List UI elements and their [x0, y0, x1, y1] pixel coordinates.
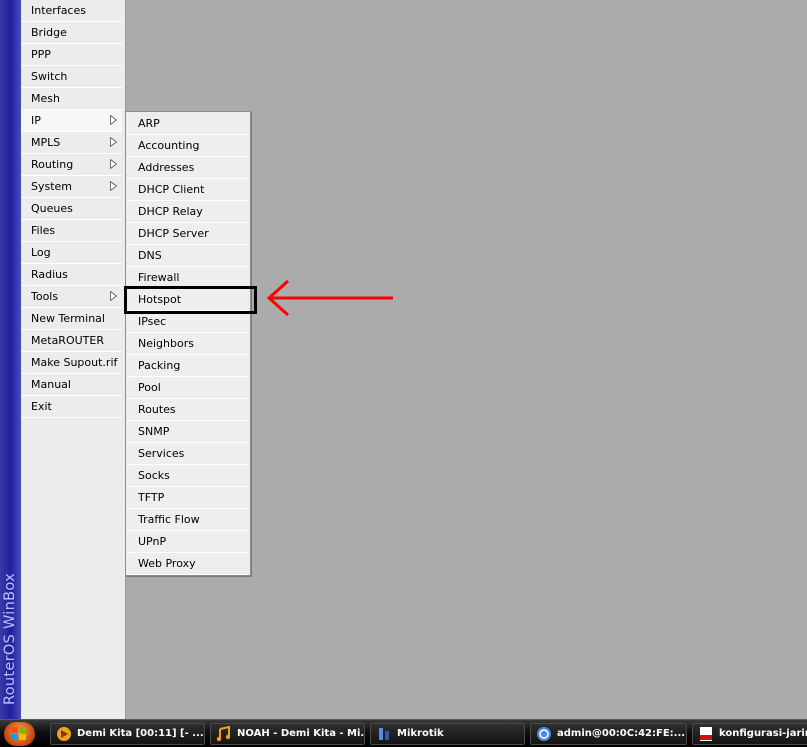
hotspot-highlight-box [124, 286, 257, 314]
sidebar-item-mesh[interactable]: Mesh [21, 88, 122, 110]
sidebar-item-label: Manual [31, 378, 71, 391]
sidebar-item-files[interactable]: Files [21, 220, 122, 242]
sidebar-item-exit[interactable]: Exit [21, 396, 122, 418]
sidebar-item-ip[interactable]: IP [21, 110, 122, 132]
ip-submenu-item-pool[interactable]: Pool [127, 377, 248, 399]
ip-submenu-item-web-proxy[interactable]: Web Proxy [127, 553, 248, 575]
sidebar-item-label: Log [31, 246, 51, 259]
ip-submenu-item-routes[interactable]: Routes [127, 399, 248, 421]
sidebar-item-mpls[interactable]: MPLS [21, 132, 122, 154]
submenu-arrow-icon [110, 115, 117, 125]
sidebar-item-label: Routing [31, 158, 74, 171]
pdf-icon [700, 727, 712, 741]
taskbar-button-label: Mikrotik [397, 728, 444, 739]
sidebar-item-metarouter[interactable]: MetaROUTER [21, 330, 122, 352]
winbox-brand-label: RouterOS WinBox [2, 573, 18, 705]
sidebar-item-interfaces[interactable]: Interfaces [21, 0, 122, 22]
sidebar-item-log[interactable]: Log [21, 242, 122, 264]
ip-submenu-item-accounting[interactable]: Accounting [127, 135, 248, 157]
media-player-icon [57, 727, 71, 741]
sidebar-item-manual[interactable]: Manual [21, 374, 122, 396]
sidebar-item-ppp[interactable]: PPP [21, 44, 122, 66]
mikrotik-icon [379, 728, 389, 740]
ip-submenu-item-socks[interactable]: Socks [127, 465, 248, 487]
taskbar-button-1[interactable]: Demi Kita [00:11] [- ... [50, 723, 205, 745]
ip-submenu-item-tftp[interactable]: TFTP [127, 487, 248, 509]
ip-submenu-item-arp[interactable]: ARP [127, 113, 248, 135]
taskbar-button-label: konfigurasi-jaring [719, 728, 807, 739]
sidebar-item-switch[interactable]: Switch [21, 66, 122, 88]
sidebar-item-label: Bridge [31, 26, 67, 39]
winbox-brand-bar: RouterOS WinBox [0, 0, 21, 719]
taskbar: Demi Kita [00:11] [- ... NOAH - Demi Kita… [0, 719, 807, 747]
submenu-arrow-icon [110, 159, 117, 169]
sidebar-item-label: Exit [31, 400, 52, 413]
start-button[interactable] [4, 722, 35, 746]
ip-submenu-item-traffic-flow[interactable]: Traffic Flow [127, 509, 248, 531]
sidebar-item-label: Tools [31, 290, 59, 303]
ip-submenu-item-addresses[interactable]: Addresses [127, 157, 248, 179]
sidebar-item-label: Mesh [31, 92, 60, 105]
taskbar-button-label: NOAH - Demi Kita - Mi... [237, 728, 365, 739]
taskbar-button-label: admin@00:0C:42:FE:... [557, 728, 686, 739]
sidebar-item-system[interactable]: System [21, 176, 122, 198]
sidebar-item-label: MPLS [31, 136, 61, 149]
sidebar-item-tools[interactable]: Tools [21, 286, 122, 308]
submenu-arrow-icon [110, 137, 117, 147]
sidebar-item-bridge[interactable]: Bridge [21, 22, 122, 44]
sidebar-item-new-terminal[interactable]: New Terminal [21, 308, 122, 330]
ip-submenu-item-snmp[interactable]: SNMP [127, 421, 248, 443]
taskbar-button-4[interactable]: admin@00:0C:42:FE:... [530, 723, 687, 745]
sidebar-item-radius[interactable]: Radius [21, 264, 122, 286]
ip-submenu-item-ipsec[interactable]: IPsec [127, 311, 248, 333]
sidebar-item-label: New Terminal [31, 312, 105, 325]
ip-submenu-item-dhcp-server[interactable]: DHCP Server [127, 223, 248, 245]
sidebar-item-routing[interactable]: Routing [21, 154, 122, 176]
sidebar-item-label: System [31, 180, 73, 193]
sidebar-item-label: Files [31, 224, 56, 237]
sidebar-item-label: Interfaces [31, 4, 86, 17]
ip-submenu-item-upnp[interactable]: UPnP [127, 531, 248, 553]
annotation-arrow-icon [266, 279, 393, 317]
ip-submenu: ARP Accounting Addresses DHCP Client DHCP Re… [125, 111, 251, 576]
ip-submenu-item-packing[interactable]: Packing [127, 355, 248, 377]
ip-submenu-item-dns[interactable]: DNS [127, 245, 248, 267]
ip-submenu-item-neighbors[interactable]: Neighbors [127, 333, 248, 355]
taskbar-button-label: Demi Kita [00:11] [- ... [77, 728, 204, 739]
sidebar-item-queues[interactable]: Queues [21, 198, 122, 220]
ip-submenu-item-dhcp-client[interactable]: DHCP Client [127, 179, 248, 201]
sidebar-item-label: PPP [31, 48, 51, 61]
submenu-arrow-icon [110, 291, 117, 301]
winbox-icon [537, 727, 551, 741]
sidebar-item-label: Queues [31, 202, 73, 215]
sidebar-item-label: Make Supout.rif [31, 356, 118, 369]
sidebar-item-label: IP [31, 114, 41, 127]
ip-submenu-item-dhcp-relay[interactable]: DHCP Relay [127, 201, 248, 223]
taskbar-button-3[interactable]: Mikrotik [370, 723, 525, 745]
music-icon [216, 726, 231, 742]
ip-submenu-item-services[interactable]: Services [127, 443, 248, 465]
taskbar-button-5[interactable]: konfigurasi-jaring [692, 723, 807, 745]
main-menu: Interfaces Bridge PPP Switch Mesh IP MPLS Routi… [21, 0, 126, 719]
submenu-arrow-icon [110, 181, 117, 191]
taskbar-button-2[interactable]: NOAH - Demi Kita - Mi... [210, 723, 365, 745]
sidebar-item-label: Radius [31, 268, 68, 281]
sidebar-item-make-supout-rif[interactable]: Make Supout.rif [21, 352, 122, 374]
windows-logo-icon [11, 727, 26, 740]
sidebar-item-label: MetaROUTER [31, 334, 104, 347]
sidebar-item-label: Switch [31, 70, 68, 83]
